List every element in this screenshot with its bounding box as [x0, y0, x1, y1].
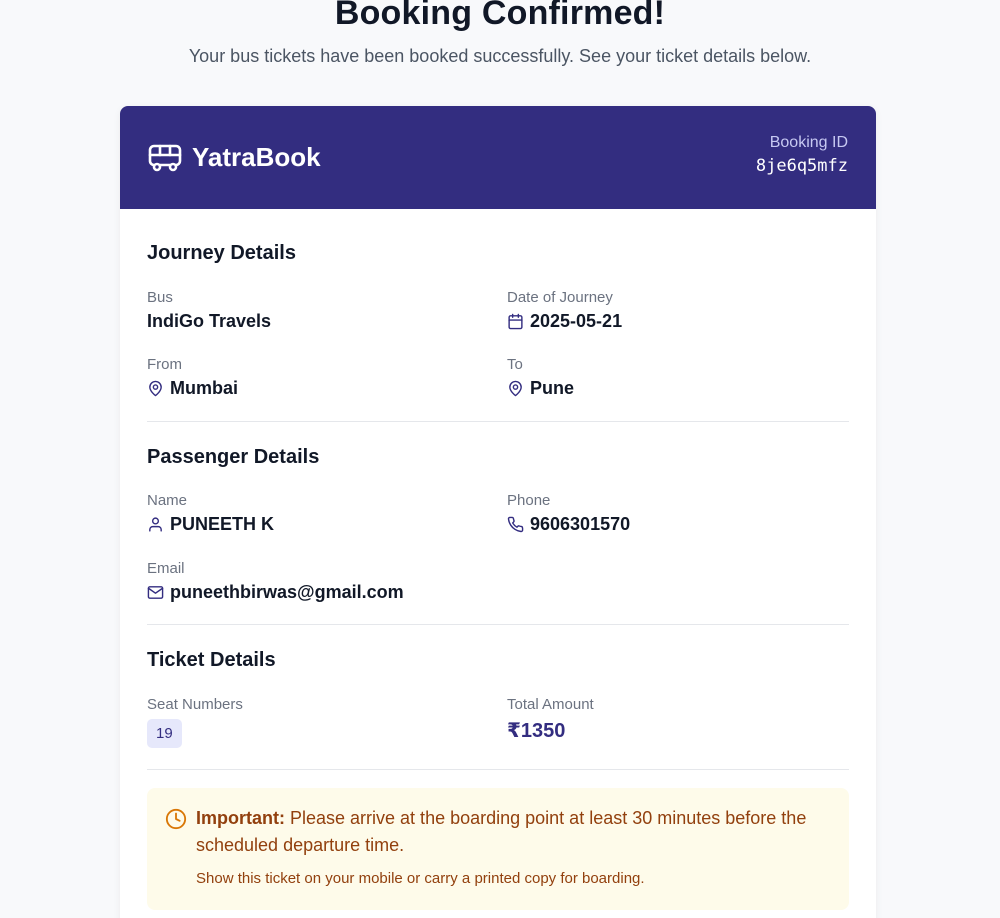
bus-name: IndiGo Travels [147, 311, 272, 331]
user-icon [149, 517, 162, 532]
bus-field: Bus IndiGo Travels [147, 289, 271, 332]
brand: YatraBook [148, 142, 321, 173]
name-label: Name [147, 492, 188, 509]
booking-id-value: 8je6q5mfz [755, 156, 848, 176]
email-field: Email puneethbirwas@gmail.com [147, 560, 404, 603]
email-label: Email [147, 560, 185, 577]
passenger-title: Passenger Details [147, 446, 320, 468]
notice-strong: Important: [196, 808, 285, 828]
seats-label: Seat Numbers [147, 696, 243, 713]
name-text: PUNEETH K [170, 514, 275, 534]
notice-subtext: Show this ticket on your mobile or carry… [196, 870, 645, 887]
to-value: Pune [507, 378, 574, 399]
name-field: Name PUNEETH K [147, 492, 274, 535]
phone-text: 9606301570 [530, 514, 631, 534]
map-pin-icon [509, 380, 522, 397]
date-label: Date of Journey [507, 289, 613, 306]
date-field: Date of Journey 2025-05-21 [507, 289, 622, 332]
from-field: From Mumbai [147, 356, 238, 399]
passenger-section: Passenger Details Name PUNEETH K Phone 9… [147, 422, 849, 625]
mail-icon [147, 586, 164, 599]
to-text: Pune [530, 378, 575, 398]
date-text: 2025-05-21 [530, 311, 623, 331]
brand-name: YatraBook [192, 142, 321, 172]
journey-title: Journey Details [147, 242, 296, 264]
amount-label: Total Amount [507, 696, 594, 713]
from-text: Mumbai [170, 378, 239, 398]
bus-icon [148, 144, 182, 171]
journey-section: Journey Details Bus IndiGo Travels Date … [147, 209, 849, 422]
name-value: PUNEETH K [147, 514, 274, 535]
ticket-section: Ticket Details Seat Numbers 19 Total Amo… [147, 625, 849, 770]
booking-id: Booking ID 8je6q5mfz [756, 134, 848, 176]
notice-body: Please arrive at the boarding point at l… [196, 808, 807, 855]
phone-icon [507, 516, 524, 533]
ticket-header: YatraBook Booking ID 8je6q5mfz [120, 106, 876, 209]
page-subtitle: Your bus tickets have been booked succes… [188, 46, 812, 66]
date-value: 2025-05-21 [507, 311, 622, 332]
clock-icon [165, 808, 187, 830]
to-field: To Pune [507, 356, 574, 399]
ticket-title: Ticket Details [147, 649, 276, 671]
email-value: puneethbirwas@gmail.com [147, 582, 404, 603]
from-value: Mumbai [147, 378, 238, 399]
notice-text: Important: Please arrive at the boarding… [196, 805, 826, 859]
from-label: From [147, 356, 182, 373]
important-notice: Important: Please arrive at the boarding… [147, 788, 849, 910]
seat-badge: 19 [147, 719, 182, 748]
ticket-card: YatraBook Booking ID 8je6q5mfz Journey D… [120, 106, 876, 918]
to-label: To [507, 356, 523, 373]
amount-field: Total Amount ₹1350 [507, 696, 594, 743]
email-text: puneethbirwas@gmail.com [170, 582, 404, 602]
bus-label: Bus [147, 289, 173, 306]
map-pin-icon [149, 380, 162, 397]
phone-value: 9606301570 [507, 514, 630, 535]
phone-label: Phone [507, 492, 551, 509]
phone-field: Phone 9606301570 [507, 492, 630, 535]
booking-id-label: Booking ID [769, 134, 848, 151]
calendar-icon [508, 313, 523, 330]
seats-field: Seat Numbers 19 [147, 696, 243, 748]
bus-value: IndiGo Travels [147, 311, 271, 332]
page-title: Booking Confirmed! [334, 0, 666, 32]
amount-value: ₹1350 [507, 720, 566, 742]
